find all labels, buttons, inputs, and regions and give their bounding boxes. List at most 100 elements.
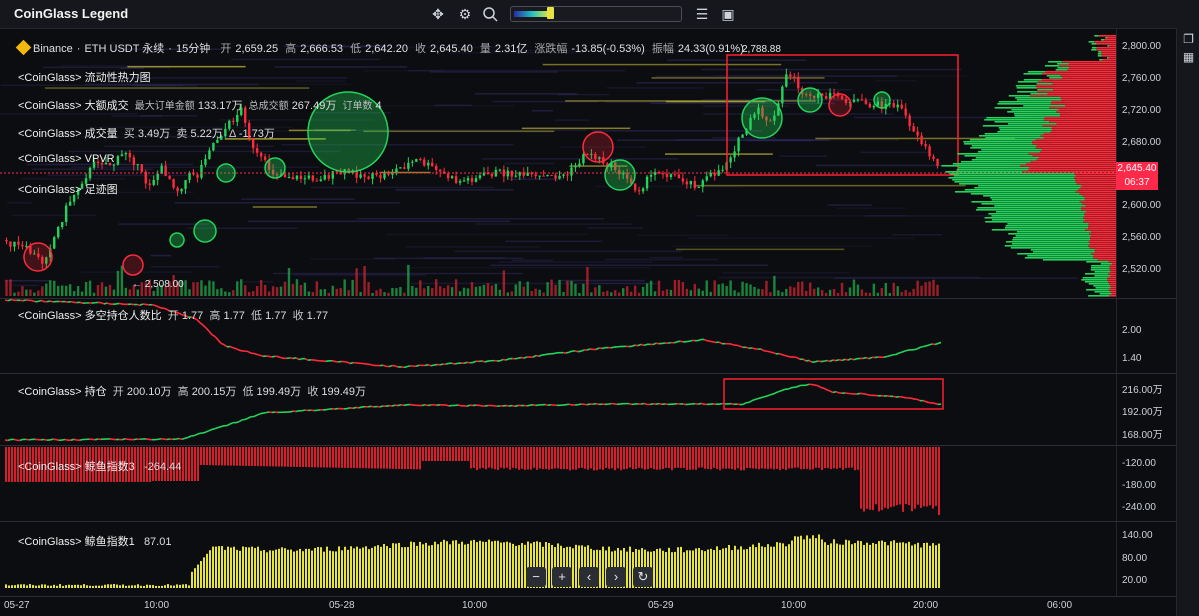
- candle-body: [200, 164, 203, 178]
- whale1-bar: [95, 585, 97, 588]
- heatmap-band: [779, 155, 827, 158]
- ls-ratio-segment: [667, 341, 672, 344]
- zoom-out-button[interactable]: −: [526, 567, 546, 587]
- ls-ratio-segment: [553, 352, 558, 355]
- vpvr-bar-sell: [1028, 153, 1116, 155]
- candle-body: [144, 171, 147, 184]
- whale3-bar: [638, 447, 640, 468]
- candle-body: [904, 108, 907, 116]
- legend-whale-index-1[interactable]: <CoinGlass> 鲸鱼指数1 87.01: [18, 533, 171, 549]
- whale3-bar: [593, 447, 595, 471]
- ls-ratio-segment: [259, 354, 264, 358]
- ls-ratio-segment: [766, 350, 771, 353]
- volume-bar: [29, 289, 32, 296]
- whale1-bar: [329, 550, 331, 588]
- volume-bar: [570, 280, 573, 296]
- whale1-bar: [83, 584, 85, 588]
- open-interest-segment: [445, 404, 450, 407]
- candle-body: [932, 156, 935, 159]
- whale1-bar: [857, 540, 859, 588]
- ls-ratio-segment: [370, 363, 375, 367]
- whale3-bar: [350, 447, 352, 468]
- reset-chart-button[interactable]: ↻: [633, 567, 653, 587]
- legend-long-short-ratio[interactable]: <CoinGlass> 多空持仓人数比 开 1.77 高 1.77 低 1.77…: [18, 307, 328, 323]
- whale3-bar: [575, 447, 577, 470]
- whale3-bar: [494, 447, 496, 470]
- whale1-bar: [428, 545, 430, 588]
- whale3-bar: [650, 447, 652, 469]
- whale3-bar: [221, 447, 223, 466]
- vpvr-bar-sell: [1093, 257, 1116, 259]
- whale1-bar: [176, 584, 178, 588]
- open-interest-segment: [175, 437, 180, 440]
- whale1-bar: [884, 541, 886, 588]
- ls-ratio-segment: [901, 350, 906, 353]
- vpvr-bar-sell: [1108, 261, 1116, 263]
- vpvr-bar-sell: [1109, 283, 1116, 285]
- heatmap-band: [120, 83, 353, 85]
- vpvr-bar-buy: [1005, 225, 1089, 227]
- open-interest-segment: [70, 438, 75, 441]
- ls-ratio-segment: [424, 363, 429, 367]
- legend-volume[interactable]: <CoinGlass> 成交量 买 3.49万 卖 5.22万 Δ -1.73万: [18, 125, 275, 141]
- legend-large-trades[interactable]: <CoinGlass> 大额成交 最大订单金额 133.17万 总成交额 267…: [18, 97, 382, 113]
- ls-ratio-segment: [637, 343, 642, 347]
- legend-footprint[interactable]: <CoinGlass> 足迹图: [18, 181, 118, 197]
- vpvr-bar-buy: [1027, 71, 1046, 73]
- whale3-bar: [518, 447, 520, 470]
- legend-open-interest[interactable]: <CoinGlass> 持仓 开 200.10万 高 200.15万 低 199…: [18, 383, 366, 399]
- legend-liquidity-heatmap[interactable]: <CoinGlass> 流动性热力图: [18, 69, 151, 85]
- open-interest-segment: [865, 393, 870, 396]
- ls-ratio-segment: [928, 343, 933, 346]
- whale3-bar: [257, 447, 259, 467]
- scroll-right-button[interactable]: ›: [606, 567, 626, 587]
- heatmap-band: [667, 59, 807, 62]
- oi-axis-label: 168.00万: [1122, 430, 1163, 441]
- volume-bar: [136, 289, 139, 296]
- whale3-bar: [254, 447, 256, 467]
- whale3-bar: [647, 447, 649, 470]
- volume-bar: [558, 279, 561, 296]
- candle-body: [319, 179, 323, 181]
- whale1-bar: [50, 585, 52, 588]
- whale1-bar: [266, 552, 268, 588]
- vpvr-bar-buy: [1095, 287, 1111, 289]
- volume-bar: [61, 285, 64, 296]
- vpvr-bar-sell: [1088, 227, 1116, 229]
- whale1-bar: [443, 539, 445, 588]
- large-trade-bubble: [604, 159, 636, 191]
- vpvr-bar-sell: [1051, 127, 1116, 129]
- zoom-in-button[interactable]: +: [552, 567, 572, 587]
- heatmap-band: [292, 274, 427, 276]
- heatmap-band: [498, 261, 653, 263]
- legend-vpvr[interactable]: <CoinGlass> VPVR: [18, 153, 115, 165]
- ls-axis-label: 1.40: [1122, 353, 1142, 364]
- whale1-bar: [335, 551, 337, 588]
- vpvr-bar-sell: [1052, 83, 1116, 85]
- time-axis-label: 05-27: [4, 600, 30, 611]
- candle-body: [701, 180, 704, 187]
- whale1-bar: [191, 571, 193, 588]
- scroll-left-button[interactable]: ‹: [579, 567, 599, 587]
- whale1-bar: [446, 541, 448, 588]
- volume-bar: [438, 286, 442, 296]
- whale3-bar: [929, 447, 931, 506]
- large-trade-bubble: [193, 219, 217, 243]
- heatmap-band: [542, 63, 782, 66]
- legend-whale-index-3[interactable]: <CoinGlass> 鲸鱼指数3 -264.44: [18, 458, 181, 474]
- candle-body: [653, 172, 657, 175]
- whale3-bar: [539, 447, 541, 469]
- heatmap-band: [649, 256, 684, 259]
- interval-label[interactable]: 15分钟: [176, 43, 210, 55]
- ls-ratio-segment: [565, 351, 570, 354]
- candle-body: [176, 187, 179, 192]
- vpvr-bar-sell: [1038, 157, 1116, 159]
- whale1-bar: [521, 543, 523, 588]
- whale1-bar: [686, 550, 688, 588]
- heatmap-band: [558, 93, 610, 96]
- vpvr-bar-sell: [1022, 171, 1116, 173]
- volume-bar: [701, 290, 704, 296]
- vpvr-bar-sell: [1089, 233, 1116, 235]
- vpvr-bar-buy: [1023, 73, 1043, 75]
- volume-bar: [450, 287, 454, 296]
